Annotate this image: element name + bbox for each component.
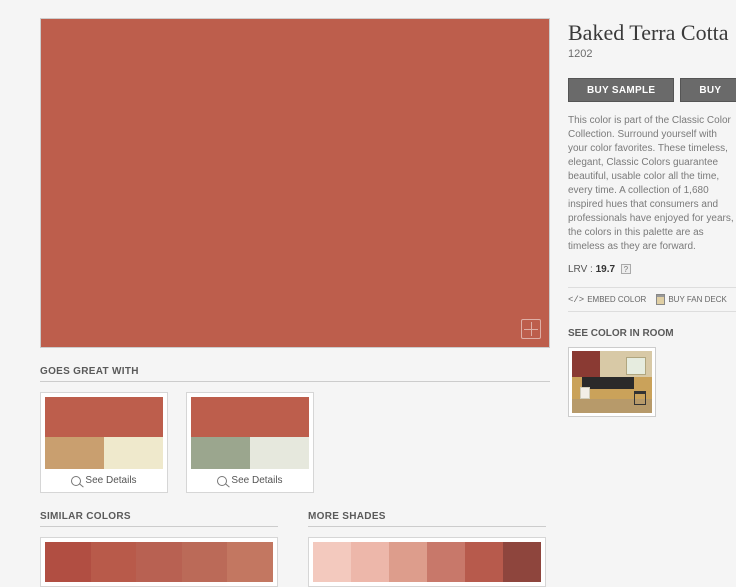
similar-swatch[interactable] bbox=[182, 542, 228, 582]
shade-swatch[interactable] bbox=[427, 542, 465, 582]
code-icon: </> bbox=[568, 295, 584, 305]
similar-swatch[interactable] bbox=[45, 542, 91, 582]
magnifier-icon bbox=[217, 476, 227, 486]
palette-card-0[interactable]: See Details bbox=[40, 392, 168, 493]
shade-swatch[interactable] bbox=[351, 542, 389, 582]
fandeck-icon bbox=[656, 294, 665, 305]
similar-swatch[interactable] bbox=[136, 542, 182, 582]
lrv-label: LRV : bbox=[568, 264, 593, 275]
palette-top-swatch bbox=[45, 397, 163, 437]
palette-swatch bbox=[191, 437, 250, 469]
help-icon[interactable]: ? bbox=[621, 264, 631, 274]
palette-swatch bbox=[250, 437, 309, 469]
fandeck-label: BUY FAN DECK bbox=[668, 295, 727, 304]
palette-card-1[interactable]: See Details bbox=[186, 392, 314, 493]
shade-swatch[interactable] bbox=[503, 542, 541, 582]
color-name: Baked Terra Cotta bbox=[568, 20, 736, 46]
shade-swatch[interactable] bbox=[465, 542, 503, 582]
magnifier-icon bbox=[71, 476, 81, 486]
color-description: This color is part of the Classic Color … bbox=[568, 114, 736, 254]
see-details-link[interactable]: See Details bbox=[45, 469, 163, 488]
shade-swatch[interactable] bbox=[313, 542, 351, 582]
similar-colors-card[interactable] bbox=[40, 537, 278, 587]
buy-sample-button[interactable]: BUY SAMPLE bbox=[568, 78, 674, 102]
more-shades-heading: MORE SHADES bbox=[308, 507, 546, 527]
lrv-value: 19.7 bbox=[596, 264, 615, 275]
see-details-link[interactable]: See Details bbox=[191, 469, 309, 488]
room-scene bbox=[572, 351, 652, 413]
similar-swatch[interactable] bbox=[91, 542, 137, 582]
embed-label: EMBED COLOR bbox=[587, 295, 646, 304]
see-details-label: See Details bbox=[85, 475, 136, 486]
embed-color-link[interactable]: </> EMBED COLOR bbox=[568, 294, 646, 305]
see-color-in-room-heading: SEE COLOR IN ROOM bbox=[568, 328, 736, 339]
similar-colors-heading: SIMILAR COLORS bbox=[40, 507, 278, 527]
palette-top-swatch bbox=[191, 397, 309, 437]
room-thumbnail[interactable] bbox=[568, 347, 656, 417]
main-color-swatch bbox=[40, 18, 550, 348]
see-details-label: See Details bbox=[231, 475, 282, 486]
shade-swatch[interactable] bbox=[389, 542, 427, 582]
buy-fan-deck-link[interactable]: BUY FAN DECK bbox=[656, 294, 727, 305]
similar-swatch[interactable] bbox=[227, 542, 273, 582]
palette-swatch bbox=[104, 437, 163, 469]
palette-swatch bbox=[45, 437, 104, 469]
buy-button[interactable]: BUY bbox=[680, 78, 736, 102]
color-code: 1202 bbox=[568, 48, 736, 60]
brand-grid-icon bbox=[521, 319, 541, 339]
goes-great-with-heading: GOES GREAT WITH bbox=[40, 362, 550, 382]
lrv-row: LRV : 19.7 ? bbox=[568, 264, 736, 275]
more-shades-card[interactable] bbox=[308, 537, 546, 587]
